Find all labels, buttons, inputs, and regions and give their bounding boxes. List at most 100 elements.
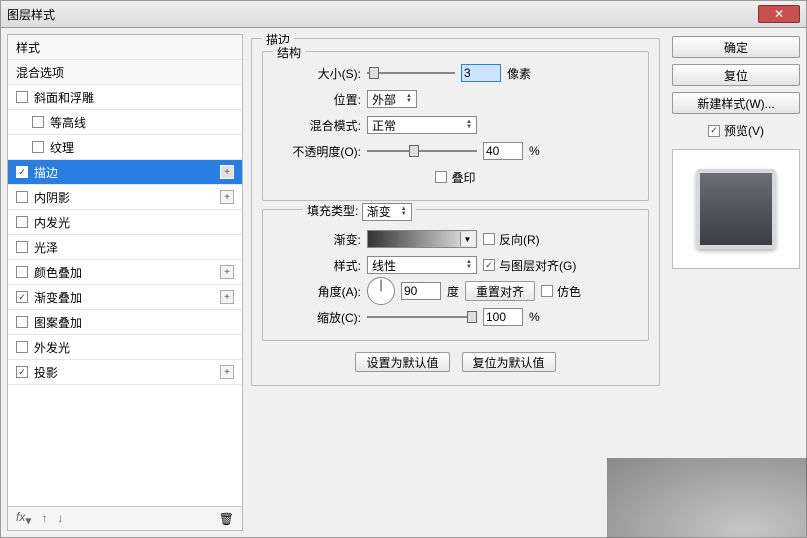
style-label: 斜面和浮雕 [34, 89, 94, 106]
style-row-8[interactable]: ✓ 渐变叠加 + [8, 285, 242, 310]
reset-default-button[interactable]: 复位为默认值 [462, 352, 556, 372]
overprint-checkbox[interactable]: 叠印 [435, 169, 475, 186]
close-button[interactable]: ✕ [758, 5, 800, 23]
add-icon[interactable]: + [220, 365, 234, 379]
opacity-unit: % [529, 144, 540, 158]
opacity-input[interactable]: 40 [483, 142, 523, 160]
add-icon[interactable]: + [220, 265, 234, 279]
opacity-label: 不透明度(O): [273, 143, 361, 160]
titlebar: 图层样式 ✕ [0, 0, 807, 28]
scale-input[interactable]: 100 [483, 308, 523, 326]
checkbox-icon[interactable] [16, 91, 28, 103]
add-icon[interactable]: + [220, 190, 234, 204]
style-row-6[interactable]: 光泽 [8, 235, 242, 260]
styles-list: 样式 混合选项 斜面和浮雕等高线纹理 ✓ 描边 + 内阴影 + 内发光光泽颜色叠加+ ✓ 渐变叠… [8, 35, 242, 506]
blendmode-select[interactable]: 正常▲▼ [367, 116, 477, 134]
style-row-5[interactable]: 内发光 [8, 210, 242, 235]
angle-input[interactable]: 90 [401, 282, 441, 300]
fill-type-row: 填充类型: 渐变▲▼ [303, 202, 416, 221]
style-row-4[interactable]: 内阴影 + [8, 185, 242, 210]
style-label: 描边 [34, 164, 58, 181]
checkbox-icon[interactable] [16, 316, 28, 328]
style-row-10[interactable]: 外发光 [8, 335, 242, 360]
style-label: 图案叠加 [34, 314, 82, 331]
up-icon[interactable]: ↑ [41, 511, 47, 525]
fill-group: 填充类型: 渐变▲▼ 渐变: ▼ 反向(R) 样式: 线性▲▼ ✓与图层对齐(G… [262, 209, 649, 341]
grad-style-select[interactable]: 线性▲▼ [367, 256, 477, 274]
new-style-button[interactable]: 新建样式(W)... [672, 92, 800, 114]
style-row-2[interactable]: 纹理 [8, 135, 242, 160]
style-row-11[interactable]: ✓ 投影 + [8, 360, 242, 385]
styles-panel: 样式 混合选项 斜面和浮雕等高线纹理 ✓ 描边 + 内阴影 + 内发光光泽颜色叠加+ ✓ 渐变叠… [7, 34, 243, 531]
scale-unit: % [529, 310, 540, 324]
reset-button[interactable]: 复位 [672, 64, 800, 86]
angle-unit: 度 [447, 283, 459, 300]
size-label: 大小(S): [273, 65, 361, 82]
checkbox-icon[interactable] [16, 266, 28, 278]
styles-footer: fx▾ ↑ ↓ 🗑 [8, 506, 242, 530]
window-title: 图层样式 [7, 6, 55, 23]
style-label: 投影 [34, 364, 58, 381]
style-row-3[interactable]: ✓ 描边 + [8, 160, 242, 185]
options-panel: 描边 结构 大小(S): 3 像素 位置: 外部▲▼ 混合模式: 正常▲▼ [249, 34, 666, 531]
styles-header[interactable]: 样式 [8, 35, 242, 60]
style-label: 外发光 [34, 339, 70, 356]
add-icon[interactable]: + [220, 290, 234, 304]
style-row-7[interactable]: 颜色叠加+ [8, 260, 242, 285]
make-default-button[interactable]: 设置为默认值 [355, 352, 449, 372]
angle-dial[interactable] [367, 277, 395, 305]
style-row-1[interactable]: 等高线 [8, 110, 242, 135]
preview-swatch [696, 169, 776, 249]
align-checkbox[interactable]: ✓与图层对齐(G) [483, 257, 576, 274]
size-input[interactable]: 3 [461, 64, 501, 82]
preview-box [672, 149, 800, 269]
checkbox-icon[interactable]: ✓ [16, 366, 28, 378]
checkbox-icon[interactable]: ✓ [16, 291, 28, 303]
style-label: 纹理 [50, 139, 74, 156]
dither-checkbox[interactable]: 仿色 [541, 283, 581, 300]
reset-align-button[interactable]: 重置对齐 [465, 281, 535, 301]
trash-icon[interactable]: 🗑 [219, 512, 234, 526]
close-icon: ✕ [774, 7, 784, 21]
style-row-0[interactable]: 斜面和浮雕 [8, 85, 242, 110]
style-row-9[interactable]: 图案叠加 [8, 310, 242, 335]
chevron-down-icon[interactable]: ▼ [460, 232, 474, 246]
opacity-slider[interactable] [367, 143, 477, 159]
angle-label: 角度(A): [273, 283, 361, 300]
style-label: 渐变叠加 [34, 289, 82, 306]
preview-checkbox[interactable]: ✓预览(V) [672, 122, 800, 139]
fill-type-select[interactable]: 渐变▲▼ [362, 203, 412, 221]
checkbox-icon[interactable] [16, 216, 28, 228]
reverse-checkbox[interactable]: 反向(R) [483, 231, 540, 248]
down-icon[interactable]: ↓ [57, 511, 63, 525]
style-label: 等高线 [50, 114, 86, 131]
add-icon[interactable]: + [220, 165, 234, 179]
action-panel: 确定 复位 新建样式(W)... ✓预览(V) [672, 34, 800, 531]
position-select[interactable]: 外部▲▼ [367, 90, 417, 108]
checkbox-icon[interactable] [16, 191, 28, 203]
scale-label: 缩放(C): [273, 309, 361, 326]
checkbox-icon[interactable] [32, 116, 44, 128]
checkbox-icon[interactable] [16, 241, 28, 253]
blendmode-label: 混合模式: [273, 117, 361, 134]
style-label: 内阴影 [34, 189, 70, 206]
scale-slider[interactable] [367, 309, 477, 325]
structure-group: 结构 大小(S): 3 像素 位置: 外部▲▼ 混合模式: 正常▲▼ 不透明度(… [262, 51, 649, 201]
style-label: 光泽 [34, 239, 58, 256]
fx-icon[interactable]: fx▾ [16, 510, 31, 527]
gradient-label: 渐变: [273, 231, 361, 248]
checkbox-icon[interactable] [16, 341, 28, 353]
gradient-picker[interactable]: ▼ [367, 230, 477, 248]
dialog-body: 样式 混合选项 斜面和浮雕等高线纹理 ✓ 描边 + 内阴影 + 内发光光泽颜色叠加+ ✓ 渐变叠… [0, 28, 807, 538]
blend-options-header[interactable]: 混合选项 [8, 60, 242, 85]
checkbox-icon[interactable]: ✓ [16, 166, 28, 178]
size-unit: 像素 [507, 65, 531, 82]
ok-button[interactable]: 确定 [672, 36, 800, 58]
position-label: 位置: [273, 91, 361, 108]
style-label: 内发光 [34, 214, 70, 231]
group-legend-structure: 结构 [273, 44, 305, 61]
checkbox-icon[interactable] [32, 141, 44, 153]
size-slider[interactable] [367, 65, 455, 81]
stroke-group: 描边 结构 大小(S): 3 像素 位置: 外部▲▼ 混合模式: 正常▲▼ [251, 38, 660, 386]
grad-style-label: 样式: [273, 257, 361, 274]
